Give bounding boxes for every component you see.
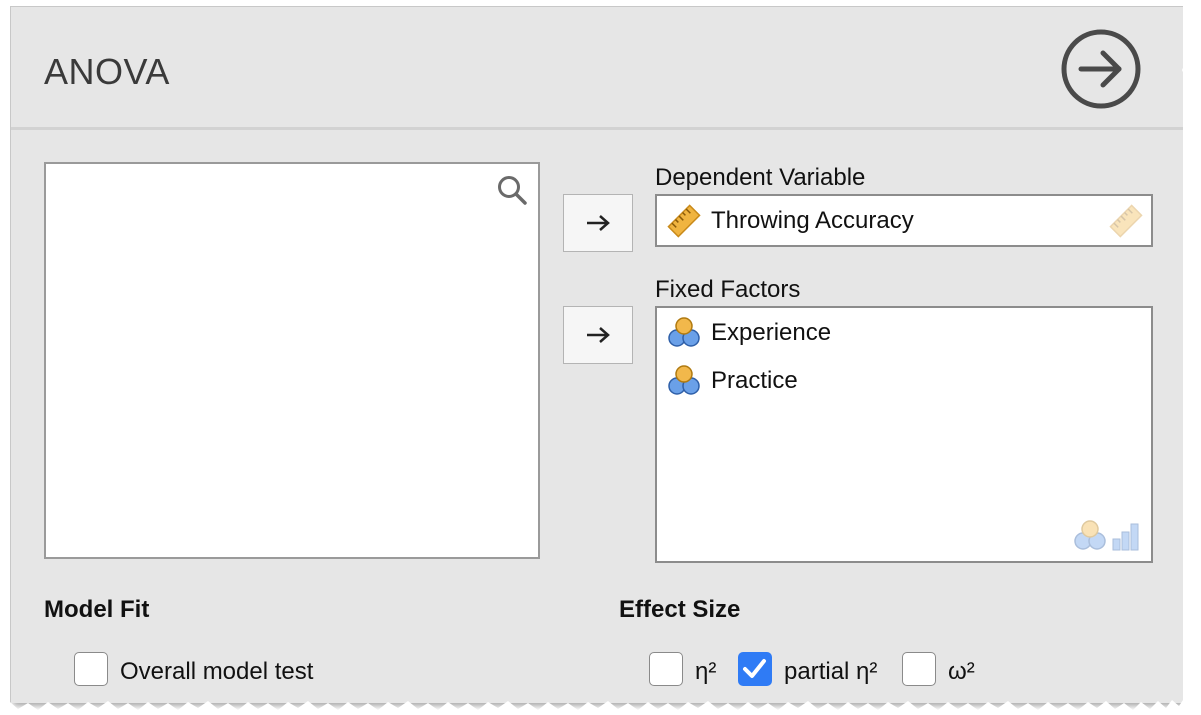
fixed-factor-item[interactable]: Practice [667,364,798,398]
arrow-circle-right-icon [1061,29,1141,109]
run-button[interactable] [1061,29,1141,109]
overall-model-test-checkbox[interactable] [74,652,108,686]
partial-eta-squared-label: partial η² [784,658,878,685]
eta-squared-label: η² [695,658,717,685]
arrow-right-icon [587,215,610,231]
dependent-variable-box[interactable]: Throwing Accuracy [655,194,1153,247]
checkmark-icon [743,659,766,678]
panel-title: ANOVA [44,51,170,92]
omega-squared-checkbox[interactable] [902,652,936,686]
model-fit-title: Model Fit [44,596,150,623]
dependent-variable-label: Dependent Variable [655,164,866,191]
move-to-dependent-button[interactable] [563,194,633,252]
nominal-variable-icon [1074,520,1106,550]
fixed-factor-label: Practice [711,367,798,394]
fixed-factors-label: Fixed Factors [655,276,801,303]
fixed-factors-box[interactable]: Experience Practice [655,306,1153,563]
effect-size-title: Effect Size [619,596,741,623]
nominal-variable-icon [668,365,700,395]
nominal-variable-icon [668,317,700,347]
panel-header: ANOVA [11,7,1183,130]
variable-source-list[interactable] [44,162,540,559]
eta-squared-checkbox[interactable] [649,652,683,686]
ruler-icon [1109,204,1143,238]
dependent-variable-item[interactable]: Throwing Accuracy [667,204,914,238]
fixed-factor-item[interactable]: Experience [667,316,831,350]
arrow-right-icon [587,327,610,343]
dependent-variable-value: Throwing Accuracy [711,207,914,234]
ordinal-variable-icon [1112,523,1139,551]
fixed-factor-label: Experience [711,319,832,346]
overall-model-test-label: Overall model test [120,658,314,685]
search-icon[interactable] [496,174,528,206]
ruler-icon [667,204,701,238]
partial-eta-squared-checkbox[interactable] [738,652,772,686]
omega-squared-label: ω² [948,658,975,685]
anova-panel: ANOVA Dependent Variable Throwing Accura… [10,6,1183,703]
move-to-fixed-factors-button[interactable] [563,306,633,364]
